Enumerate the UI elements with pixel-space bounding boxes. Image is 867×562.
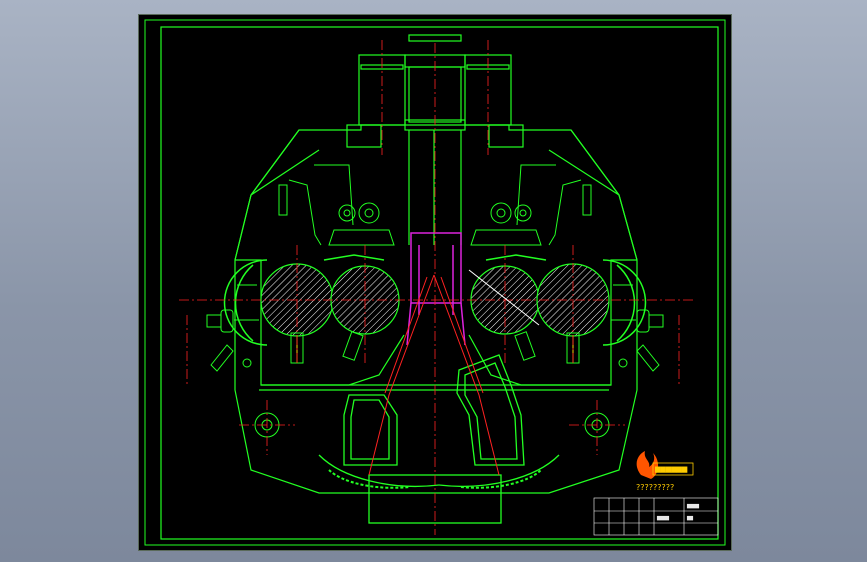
- title-block-cell: ▆▆: [686, 515, 694, 521]
- inner-border: [160, 26, 719, 540]
- cad-drawing: ▆▆▆▆▆▆ ????????? ▆▆▆▆ ▆▆▆▆ ▆▆: [144, 19, 726, 546]
- company-logo: ▆▆▆▆▆▆ ?????????: [636, 451, 694, 492]
- title-block-text: ▆▆▆▆ ▆▆▆▆ ▆▆: [656, 503, 700, 521]
- drawing-sheet: ▆▆▆▆▆▆ ????????? ▆▆▆▆ ▆▆▆▆ ▆▆: [138, 14, 732, 551]
- centerlines: [179, 40, 694, 535]
- title-block-cell: ▆▆▆▆: [656, 515, 670, 521]
- logo-mark: ▆▆▆▆▆▆: [654, 465, 688, 473]
- feed-pipe: [406, 232, 466, 346]
- logo-caption: ?????????: [636, 483, 674, 492]
- title-block: [593, 497, 719, 536]
- title-block-cell: ▆▆▆▆: [686, 503, 700, 509]
- discharge-chutes: [318, 354, 560, 524]
